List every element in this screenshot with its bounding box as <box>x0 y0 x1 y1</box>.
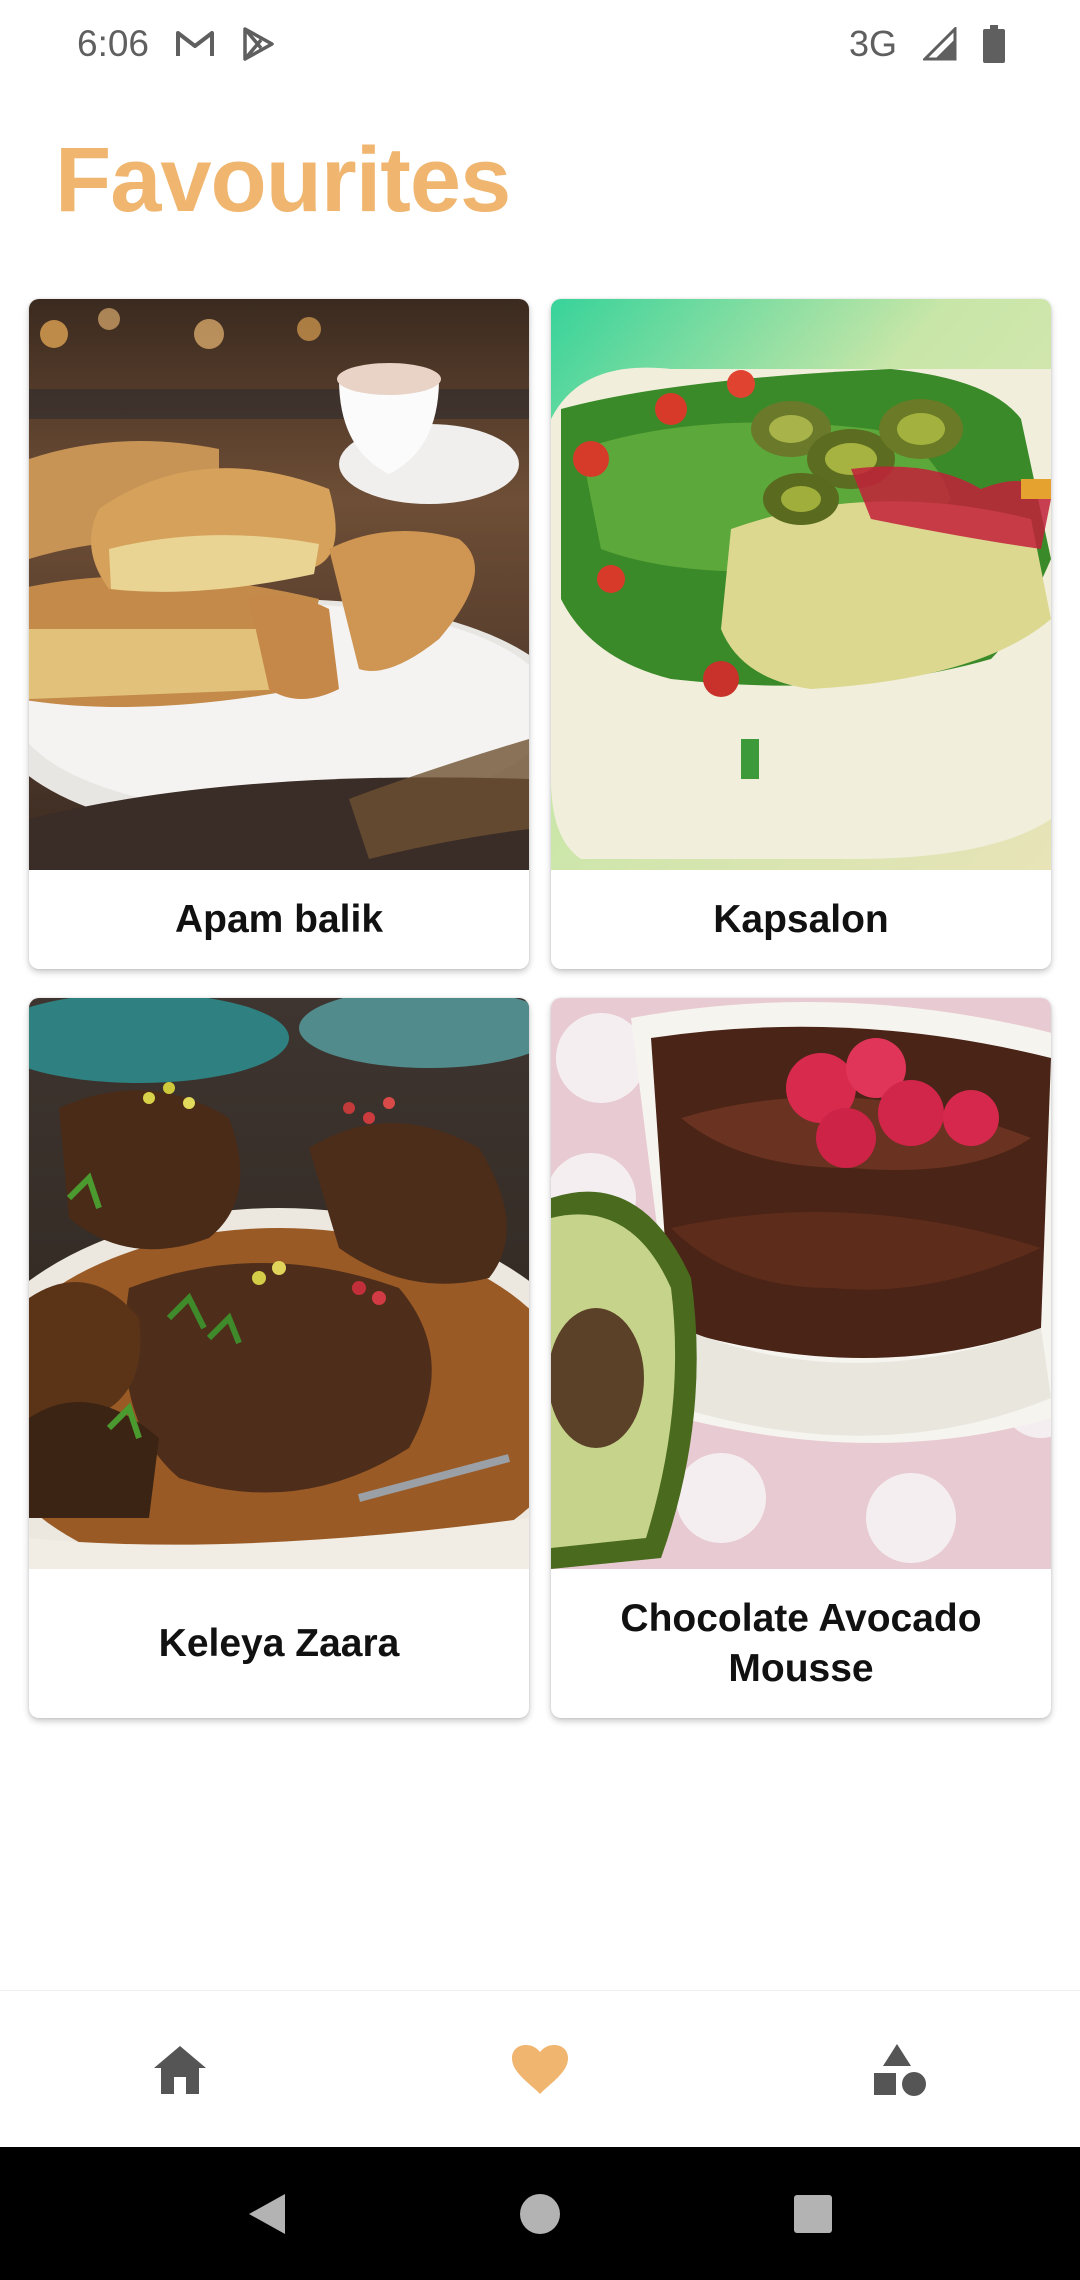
play-store-icon <box>241 26 275 62</box>
recipe-card-apam-balik[interactable]: Apam balik <box>29 299 529 969</box>
recipe-name: Kapsalon <box>713 897 889 941</box>
system-home-button[interactable] <box>490 2164 590 2264</box>
recipe-card-chocolate-avocado-mousse[interactable]: Chocolate Avocado Mousse <box>551 998 1051 1718</box>
gmail-icon <box>175 29 215 59</box>
heart-icon <box>512 2044 568 2094</box>
back-icon <box>248 2193 285 2234</box>
page-title: Favourites <box>55 129 511 231</box>
system-navigation-bar <box>0 2147 1080 2280</box>
recipe-name: Keleya Zaara <box>158 1621 400 1665</box>
home-icon <box>154 2045 206 2094</box>
status-left: 6:06 <box>77 23 275 65</box>
status-bar: 6:06 3G <box>0 0 1080 88</box>
nav-categories[interactable] <box>800 2010 1000 2130</box>
categories-icon <box>874 2043 926 2096</box>
bottom-navigation <box>0 1990 1080 2148</box>
recipe-card-keleya-zaara[interactable]: Keleya Zaara <box>29 998 529 1718</box>
system-recents-button[interactable] <box>763 2164 863 2264</box>
chocolate-avocado-mousse-photo <box>551 998 1051 1569</box>
favourites-grid: Apam balik Kapsalon Keleya Zaara Chocola… <box>29 299 1051 1718</box>
recipe-card-kapsalon[interactable]: Kapsalon <box>551 299 1051 969</box>
recents-icon <box>794 2194 833 2233</box>
home-circle-icon <box>519 2193 560 2234</box>
nav-home[interactable] <box>80 2010 280 2130</box>
kapsalon-photo <box>551 299 1051 870</box>
network-type: 3G <box>848 23 897 64</box>
recipe-name: Chocolate Avocado Mousse <box>620 1596 982 1690</box>
system-back-button[interactable] <box>217 2164 317 2264</box>
keleya-zaara-photo <box>29 998 529 1569</box>
status-right: 3G <box>849 23 1005 65</box>
battery-icon <box>983 25 1005 63</box>
nav-favourites[interactable] <box>440 2010 640 2130</box>
status-time: 6:06 <box>77 23 150 64</box>
recipe-name: Apam balik <box>174 897 384 941</box>
apam-balik-photo <box>29 299 529 870</box>
signal-icon <box>923 27 957 61</box>
